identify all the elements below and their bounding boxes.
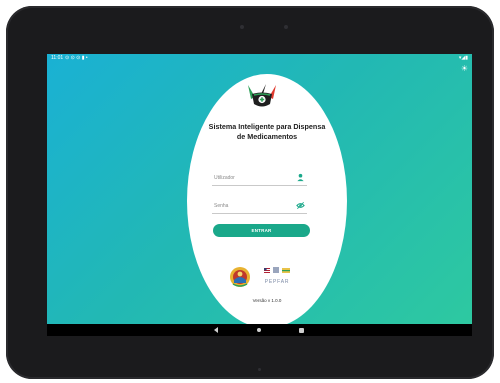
bottom-sensor bbox=[258, 368, 261, 371]
password-field bbox=[212, 199, 307, 214]
home-icon[interactable] bbox=[257, 328, 261, 332]
back-icon[interactable] bbox=[214, 327, 218, 333]
pepfar-flags-icon bbox=[264, 267, 290, 273]
password-input[interactable] bbox=[214, 199, 294, 212]
sensor bbox=[284, 25, 288, 29]
status-notification-icons: ⊙ ⊙ ⊙ ▮ • bbox=[65, 55, 88, 61]
username-field bbox=[212, 171, 307, 186]
title-line-1: Sistema Inteligente para Dispensa bbox=[208, 122, 326, 131]
sun-icon[interactable]: ☀ bbox=[461, 65, 468, 73]
app-logo-icon bbox=[248, 84, 276, 107]
page-title: Sistema Inteligente para Dispensa de Med… bbox=[187, 122, 347, 142]
status-time: 11:01 bbox=[51, 55, 64, 61]
status-system-icons: ▾◢▮ bbox=[458, 55, 468, 61]
status-bar: 11:01 ⊙ ⊙ ⊙ ▮ • ▾◢▮ bbox=[47, 54, 472, 63]
pepfar-text: PEPFAR bbox=[264, 279, 290, 285]
front-camera bbox=[240, 25, 244, 29]
recent-apps-icon[interactable] bbox=[299, 327, 304, 333]
device-screen: 11:01 ⊙ ⊙ ⊙ ▮ • ▾◢▮ ☀ Sistema Inteligent… bbox=[47, 54, 472, 336]
eye-off-icon[interactable] bbox=[296, 201, 305, 210]
pepfar-logo: PEPFAR bbox=[261, 265, 293, 287]
title-line-2: de Medicamentos bbox=[236, 132, 298, 141]
navigation-bar bbox=[47, 324, 472, 336]
person-icon bbox=[297, 173, 304, 182]
login-button[interactable]: ENTRAR bbox=[213, 224, 310, 237]
username-input[interactable] bbox=[214, 171, 294, 184]
mozambique-emblem-icon bbox=[230, 267, 250, 287]
version-label: Versão v 1.0.0 bbox=[252, 298, 282, 303]
